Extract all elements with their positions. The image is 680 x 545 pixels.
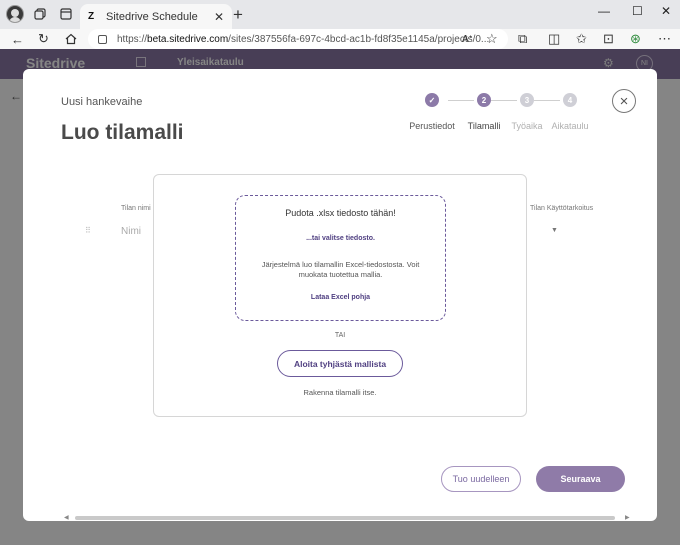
sitedrive-favicon-icon: Z — [88, 10, 95, 22]
close-modal-button[interactable]: × — [612, 89, 636, 113]
modal-title: Luo tilamalli — [61, 121, 184, 144]
step-1-check-icon: ✓ — [425, 93, 439, 107]
new-phase-modal: Uusi hankevaihe Luo tilamalli × ✓ 2 3 4 … — [23, 69, 657, 521]
dropzone-description: Järjestelmä luo tilamallin Excel-tiedost… — [261, 260, 420, 279]
window-close-icon[interactable]: ✕ — [661, 4, 671, 18]
scroll-right-icon[interactable]: ▶ — [625, 514, 630, 521]
home-icon[interactable] — [65, 29, 77, 49]
step-3-number: 3 — [520, 93, 534, 107]
favorites-icon[interactable]: ✩ — [576, 29, 587, 49]
drag-handle-icon: ⠿ — [85, 226, 91, 235]
tab-actions-icon[interactable] — [58, 6, 74, 22]
step-2-label: Tilamalli — [467, 121, 501, 131]
select-file-link[interactable]: ...tai valitse tiedosto. — [236, 235, 445, 242]
start-empty-description: Rakenna tilamalli itse. — [303, 388, 377, 397]
new-tab-icon[interactable]: + — [233, 5, 243, 25]
url-path: /sites/387556fa-697c-4bcd-ac1b-fd8f35e11… — [228, 33, 490, 45]
close-tab-icon[interactable]: ✕ — [214, 10, 224, 24]
step-3-label: Työaika — [511, 121, 543, 131]
space-name-label: Tilan nimi — [121, 205, 151, 212]
url-prefix: https:// — [117, 33, 148, 45]
space-name-placeholder: Nimi — [121, 226, 141, 237]
extensions-icon[interactable]: ⧉ — [518, 29, 527, 49]
browser-nav-bar: ← ↻ https://beta.sitedrive.com/sites/387… — [0, 29, 680, 49]
workspaces-icon[interactable] — [32, 6, 48, 22]
read-aloud-icon[interactable]: Aᐩ — [462, 29, 473, 49]
scroll-left-icon[interactable]: ◀ — [64, 514, 69, 521]
collections-icon[interactable]: ⊡ — [603, 29, 614, 49]
or-separator: TAI — [334, 332, 346, 339]
refresh-icon[interactable]: ↻ — [38, 29, 49, 49]
maximize-icon[interactable]: ☐ — [632, 4, 643, 18]
step-4-label: Aikataulu — [551, 121, 589, 131]
lock-icon[interactable] — [98, 34, 107, 44]
horizontal-scrollbar[interactable]: ◀ ▶ — [62, 514, 632, 522]
favorite-star-icon[interactable]: ☆ — [486, 29, 498, 49]
step-connector — [534, 100, 560, 101]
browser-essentials-icon[interactable]: ⊛ — [630, 29, 641, 49]
more-menu-icon[interactable]: ⋯ — [658, 29, 671, 49]
step-2-number: 2 — [477, 93, 491, 107]
space-purpose-label: Tilan Käyttötarkoitus — [530, 205, 594, 212]
dropzone-title: Pudota .xlsx tiedosto tähän! — [285, 208, 396, 218]
browser-tab-bar: Z Sitedrive Schedule ✕ + — ☐ ✕ — [0, 0, 680, 29]
tab-title: Sitedrive Schedule — [106, 10, 198, 23]
next-button[interactable]: Seuraava — [536, 466, 625, 492]
step-progress: ✓ 2 3 4 Perustiedot Tilamalli Työaika Ai… — [403, 93, 613, 133]
url-domain: beta.sitedrive.com — [147, 33, 229, 45]
step-connector — [448, 100, 474, 101]
step-1-label: Perustiedot — [409, 121, 455, 131]
import-panel: Pudota .xlsx tiedosto tähän! ...tai vali… — [153, 174, 527, 417]
reimport-button[interactable]: Tuo uudelleen — [441, 466, 521, 492]
scrollbar-thumb[interactable] — [75, 516, 615, 520]
xlsx-dropzone[interactable]: Pudota .xlsx tiedosto tähän! ...tai vali… — [235, 195, 446, 321]
address-bar[interactable]: https://beta.sitedrive.com/sites/387556f… — [88, 29, 508, 49]
start-empty-button[interactable]: Aloita tyhjästä mallista — [277, 350, 403, 377]
browser-tab-active[interactable]: Z Sitedrive Schedule ✕ — [80, 4, 232, 29]
chevron-down-icon: ▼ — [551, 227, 558, 234]
split-screen-icon[interactable]: ◫ — [548, 29, 560, 49]
minimize-icon[interactable]: — — [598, 4, 610, 18]
modal-subtitle: Uusi hankevaihe — [61, 96, 143, 108]
step-4-number: 4 — [563, 93, 577, 107]
profile-avatar[interactable] — [6, 5, 24, 23]
download-template-link[interactable]: Lataa Excel pohja — [236, 294, 445, 301]
step-connector — [491, 100, 517, 101]
back-arrow-icon[interactable]: ← — [11, 29, 24, 49]
